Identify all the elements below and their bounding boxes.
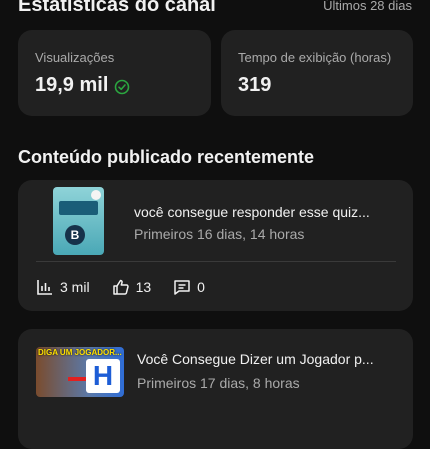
thumbnail-letter: H	[86, 359, 120, 393]
thumbnail-text: DIGA UM JOGADOR...	[38, 348, 122, 357]
video-title[interactable]: Você Consegue Dizer um Jogador p...	[137, 351, 399, 367]
thumbnail-badge-icon	[91, 190, 101, 200]
channel-stats-header: Estatísticas do canal Últimos 28 dias	[18, 0, 412, 24]
watch-time-number: 319	[238, 74, 272, 96]
thumbnail-banner	[59, 201, 98, 215]
views-value: 19,9 mil	[35, 74, 109, 96]
video-card[interactable]: DIGA UM JOGADOR... H Você Consegue Dizer…	[18, 329, 413, 449]
thumbs-up-icon	[112, 279, 129, 295]
video-card[interactable]: B você consegue responder esse quiz... P…	[18, 180, 413, 311]
video-period: Primeiros 17 dias, 8 horas	[137, 375, 300, 391]
video-period: Primeiros 16 dias, 14 horas	[134, 226, 305, 242]
views-value-row: 19,9 mil	[35, 74, 130, 97]
video-title[interactable]: você consegue responder esse quiz...	[134, 204, 399, 220]
watch-time-label: Tempo de exibição (horas)	[238, 50, 392, 65]
page-title: Estatísticas do canal	[18, 0, 216, 16]
views-count: 3 mil	[60, 279, 90, 295]
comments-metric: 0	[173, 278, 205, 296]
video-metrics: 3 mil 13 0	[36, 278, 227, 296]
views-label: Visualizações	[35, 50, 115, 65]
likes-count: 13	[135, 279, 152, 295]
comments-count: 0	[197, 279, 205, 295]
section-title: Conteúdo publicado recentemente	[18, 147, 315, 167]
views-stat-card[interactable]: Visualizações 19,9 mil	[18, 30, 211, 116]
bar-chart-icon	[37, 280, 52, 295]
comment-icon	[174, 280, 190, 295]
watch-time-stat-card[interactable]: Tempo de exibição (horas) 319	[221, 30, 413, 116]
period-label: Últimos 28 dias	[323, 0, 412, 13]
likes-metric: 13	[112, 278, 152, 296]
views-metric: 3 mil	[36, 278, 90, 296]
thumbnail-letter: B	[65, 225, 85, 245]
video-thumbnail[interactable]: DIGA UM JOGADOR... H	[36, 347, 124, 397]
video-thumbnail[interactable]: B	[53, 187, 104, 255]
check-circle-icon	[114, 78, 130, 94]
watch-time-value: 319	[238, 74, 271, 97]
divider	[36, 261, 396, 262]
